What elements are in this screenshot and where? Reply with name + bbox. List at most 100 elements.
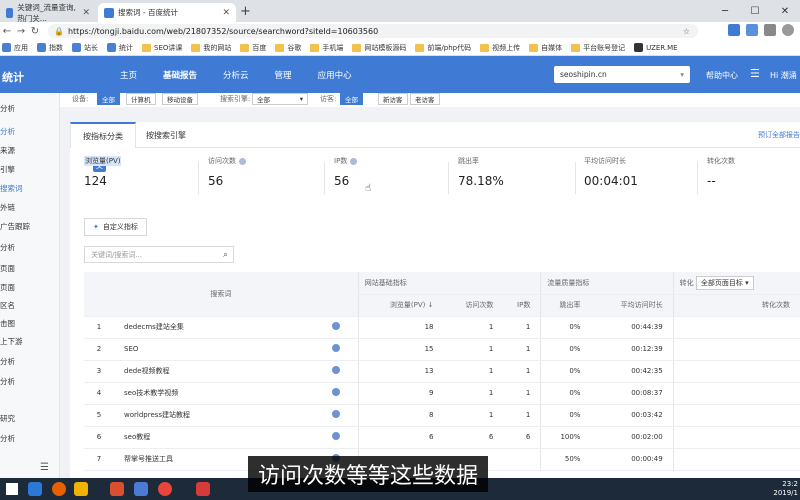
visitor-all-button[interactable]: 全部	[340, 93, 363, 105]
col-pv[interactable]: 浏览量(PV) ↓	[357, 294, 444, 317]
sidebar-item-searchword[interactable]: 搜索词	[0, 183, 23, 194]
col-visits[interactable]: 访问次数	[443, 294, 504, 317]
app-icon[interactable]	[110, 482, 124, 496]
sidebar-item[interactable]: 研究	[0, 413, 15, 424]
bookmark[interactable]: 前端/php代码	[415, 43, 471, 53]
tab-by-engine[interactable]: 按搜索引擎	[134, 122, 198, 148]
browser-tab-1[interactable]: 关键词_流量查询, 热门关... ✕	[0, 3, 96, 23]
device-computer-button[interactable]: 计算机	[126, 93, 156, 105]
menu-item-analytics-cloud[interactable]: 分析云	[223, 69, 249, 81]
close-icon[interactable]: ✕	[222, 8, 230, 18]
bookmark[interactable]: 站长	[72, 43, 98, 53]
metric-avg-time[interactable]: 平均访问时长 00:04:01	[584, 156, 638, 196]
sidebar-item[interactable]: 引擎	[0, 164, 15, 175]
device-mobile-button[interactable]: 移动设备	[162, 93, 198, 105]
folder-icon[interactable]	[74, 482, 88, 496]
globe-icon[interactable]	[332, 410, 341, 418]
app-logo[interactable]: 统计	[2, 69, 24, 85]
close-icon[interactable]: ✕	[82, 8, 90, 18]
sidebar-item[interactable]: 上下游	[0, 336, 23, 347]
sidebar-item[interactable]: 广告跟踪	[0, 221, 30, 232]
bookmark[interactable]: 网站模板源码	[352, 43, 406, 53]
visitor-old-button[interactable]: 老访客	[410, 93, 440, 105]
col-ip[interactable]: IP数	[503, 294, 541, 317]
forward-icon[interactable]: →	[14, 26, 28, 37]
profile-icon[interactable]	[782, 24, 794, 36]
globe-icon[interactable]	[332, 322, 341, 330]
predefined-report-link[interactable]: 预订全部报告	[758, 130, 800, 140]
sidebar-item[interactable]: 分析	[0, 242, 15, 253]
keyword-link[interactable]: dedecms建站全集	[114, 316, 329, 339]
col-bounce[interactable]: 跳出率	[540, 294, 591, 317]
metric-conversions[interactable]: 转化次数 --	[707, 156, 735, 196]
extension-icon[interactable]	[728, 24, 740, 36]
menu-icon[interactable]: ☰	[750, 67, 760, 80]
sidebar-item[interactable]: 页面	[0, 263, 15, 274]
app-icon[interactable]	[134, 482, 148, 496]
bookmark[interactable]: 指数	[37, 43, 63, 53]
bookmark[interactable]: 我的网站	[191, 43, 231, 53]
custom-metric-button[interactable]: ✦ 自定义指标	[84, 218, 147, 236]
close-window-icon[interactable]: ✕	[770, 0, 800, 22]
metric-bounce[interactable]: 跳出率 78.18%	[458, 156, 504, 196]
sidebar-item[interactable]: 外链	[0, 202, 15, 213]
bookmark[interactable]: 视频上传	[480, 43, 520, 53]
system-clock[interactable]: 23:2 2019/1	[773, 480, 798, 498]
conversion-select[interactable]: 全部页面目标 ▾	[695, 275, 754, 290]
menu-item-home[interactable]: 主页	[120, 69, 137, 81]
sidebar-item[interactable]: 页面	[0, 282, 15, 293]
visitor-new-button[interactable]: 新访客	[378, 93, 408, 105]
extension-icon[interactable]	[764, 24, 776, 36]
windows-start-icon[interactable]	[6, 483, 18, 495]
sidebar-item[interactable]: 区名	[0, 300, 15, 311]
keyword-link[interactable]: dede视频教程	[114, 360, 329, 383]
bookmark[interactable]: 统计	[107, 43, 133, 53]
keyword-link[interactable]: seo技术教学视频	[114, 382, 329, 405]
tab-by-metric[interactable]: 按指标分类	[70, 122, 136, 148]
globe-icon[interactable]	[332, 388, 341, 396]
url-field[interactable]: 🔒 https://tongji.baidu.com/web/21807352/…	[48, 24, 698, 38]
globe-icon[interactable]	[332, 366, 341, 374]
user-greeting[interactable]: Hi 潮涌	[770, 70, 797, 81]
back-icon[interactable]: ←	[0, 26, 14, 37]
sidebar-item[interactable]: 击图	[0, 318, 15, 329]
site-select[interactable]: seoshipin.cn ▾	[554, 66, 690, 83]
menu-item-app-center[interactable]: 应用中心	[318, 69, 352, 81]
new-tab-icon[interactable]: +	[240, 4, 251, 19]
col-avg-time[interactable]: 平均访问时长	[590, 294, 674, 317]
reload-icon[interactable]: ↻	[28, 26, 42, 37]
sidebar-item[interactable]: 分析	[0, 376, 15, 387]
maximize-icon[interactable]: ☐	[740, 0, 770, 22]
sidebar-item[interactable]: 分析	[0, 356, 15, 367]
bookmark[interactable]: 百度	[240, 43, 266, 53]
sidebar-item[interactable]: 分析	[0, 433, 15, 444]
sidebar-item[interactable]: 分析	[0, 126, 15, 137]
keyword-search-input[interactable]: 关键词/搜索词... ⌕	[84, 246, 234, 263]
help-center-link[interactable]: 帮助中心	[706, 70, 738, 81]
engine-select[interactable]: 全部 ▾	[252, 93, 308, 105]
bookmark[interactable]: UZER.ME	[634, 43, 678, 52]
col-conversions[interactable]: 转化次数	[672, 294, 800, 317]
metric-ip[interactable]: IP数 56	[334, 156, 358, 196]
firefox-icon[interactable]	[52, 482, 66, 496]
bookmark[interactable]: 手机端	[310, 43, 343, 53]
chrome-icon[interactable]	[158, 482, 172, 496]
extension-icon[interactable]	[746, 24, 758, 36]
metric-visits[interactable]: 访问次数 56	[208, 156, 246, 196]
bookmark[interactable]: 自媒体	[529, 43, 562, 53]
keyword-link[interactable]: seo教程	[114, 426, 329, 449]
star-icon[interactable]: ☆	[683, 27, 690, 36]
metric-pv[interactable]: 浏览量(PV) 124	[84, 156, 122, 196]
browser-tab-2[interactable]: 搜索词 - 百度统计 ✕	[98, 3, 236, 22]
sidebar-item[interactable]: 来源	[0, 145, 15, 156]
bookmark[interactable]: 谷歌	[275, 43, 301, 53]
keyword-link[interactable]: SEO	[114, 338, 329, 361]
collapse-sidebar-icon[interactable]: ☰	[40, 462, 49, 473]
search-icon[interactable]: ⌕	[223, 250, 228, 260]
sidebar-item[interactable]: 分析	[0, 103, 15, 114]
bookmark[interactable]: 平台账号登记	[571, 43, 625, 53]
app-icon[interactable]	[196, 482, 210, 496]
menu-item-basic-report[interactable]: 基础报告	[163, 69, 197, 81]
minimize-icon[interactable]: ─	[710, 0, 740, 22]
globe-icon[interactable]	[332, 344, 341, 352]
